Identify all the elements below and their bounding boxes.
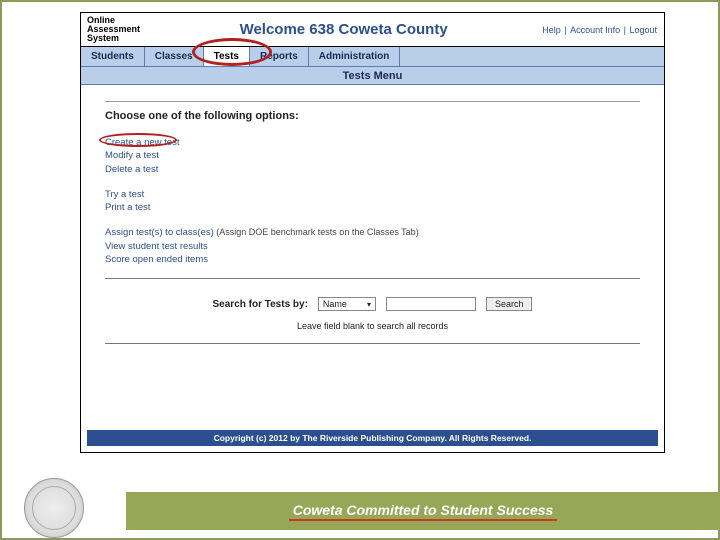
assign-test-link[interactable]: Assign test(s) to class(es) — [105, 227, 214, 238]
option-group-1: Create a new test Modify a test Delete a… — [105, 136, 640, 176]
divider — [105, 278, 640, 279]
logo-line3: System — [87, 34, 140, 43]
welcome-text: Welcome 638 Coweta County — [146, 21, 541, 38]
copyright-bar: Copyright (c) 2012 by The Riverside Publ… — [87, 430, 658, 446]
divider-2 — [105, 343, 640, 344]
search-by-select[interactable]: Name — [318, 297, 376, 311]
tab-administration[interactable]: Administration — [309, 47, 401, 66]
delete-test-link[interactable]: Delete a test — [105, 163, 640, 176]
search-button[interactable]: Search — [486, 297, 533, 311]
slide-footer-text: Coweta Committed to Student Success — [289, 502, 558, 521]
tab-reports[interactable]: Reports — [250, 47, 309, 66]
logout-link[interactable]: Logout — [629, 25, 657, 35]
choose-header: Choose one of the following options: — [105, 101, 640, 136]
logo: Online Assessment System — [87, 16, 146, 43]
tab-classes[interactable]: Classes — [145, 47, 204, 66]
app-header: Online Assessment System Welcome 638 Cow… — [81, 13, 664, 47]
view-results-link[interactable]: View student test results — [105, 240, 640, 253]
option-group-3: Assign test(s) to class(es) (Assign DOE … — [105, 226, 640, 266]
search-row: Search for Tests by: Name Search — [105, 297, 640, 311]
try-test-link[interactable]: Try a test — [105, 188, 640, 201]
search-label: Search for Tests by: — [213, 299, 308, 310]
account-info-link[interactable]: Account Info — [570, 25, 620, 35]
account-links: Help | Account Info | Logout — [541, 25, 658, 35]
create-test-link[interactable]: Create a new test — [105, 136, 640, 149]
search-by-value: Name — [323, 299, 347, 309]
footer-green-bar: Coweta Committed to Student Success — [126, 492, 720, 530]
content-area: Choose one of the following options: Cre… — [81, 85, 664, 344]
tab-students[interactable]: Students — [81, 47, 145, 66]
nav-bar: Students Classes Tests Reports Administr… — [81, 47, 664, 67]
help-link[interactable]: Help — [542, 25, 561, 35]
seal-icon — [24, 478, 84, 538]
assign-hint: (Assign DOE benchmark tests on the Class… — [216, 227, 418, 237]
submenu-title: Tests Menu — [81, 67, 664, 85]
modify-test-link[interactable]: Modify a test — [105, 149, 640, 162]
leave-blank-hint: Leave field blank to search all records — [105, 321, 640, 331]
score-items-link[interactable]: Score open ended items — [105, 253, 640, 266]
tab-tests[interactable]: Tests — [204, 47, 250, 66]
app-window: Online Assessment System Welcome 638 Cow… — [80, 12, 665, 453]
option-group-2: Try a test Print a test — [105, 188, 640, 215]
print-test-link[interactable]: Print a test — [105, 201, 640, 214]
slide-footer: Coweta Committed to Student Success — [0, 492, 720, 530]
search-input[interactable] — [386, 297, 476, 311]
